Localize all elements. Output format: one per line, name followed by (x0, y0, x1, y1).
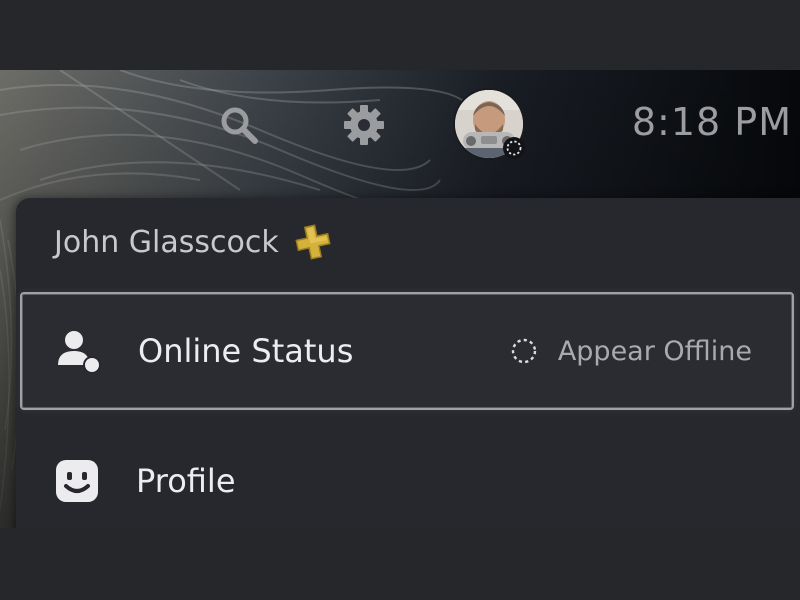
online-status-value: Appear Offline (510, 336, 752, 367)
gear-icon[interactable] (341, 102, 387, 148)
user-name-header: John Glasscock (54, 222, 333, 262)
ps5-screen: 8:18 PM John Glasscock Online Status App… (0, 0, 800, 600)
profile-label: Profile (136, 462, 236, 500)
menu-item-profile[interactable]: Profile (20, 422, 794, 528)
playstation-plus-icon (293, 222, 333, 262)
user-name: John Glasscock (54, 224, 279, 260)
home-screen-background: 8:18 PM John Glasscock Online Status App… (0, 70, 800, 528)
letterbox-top (0, 0, 800, 70)
online-status-label: Online Status (138, 332, 354, 370)
dashed-circle-offline-icon (510, 337, 538, 365)
smiley-face-icon (52, 456, 102, 506)
letterbox-bottom (0, 528, 800, 600)
offline-status-icon (503, 137, 525, 159)
online-status-value-text: Appear Offline (557, 335, 752, 367)
profile-menu-panel: John Glasscock Online Status Appear Offl… (16, 198, 800, 528)
search-icon[interactable] (218, 104, 260, 146)
clock: 8:18 PM (631, 100, 792, 144)
menu-item-online-status[interactable]: Online Status Appear Offline (20, 292, 794, 410)
person-status-icon (54, 326, 104, 376)
